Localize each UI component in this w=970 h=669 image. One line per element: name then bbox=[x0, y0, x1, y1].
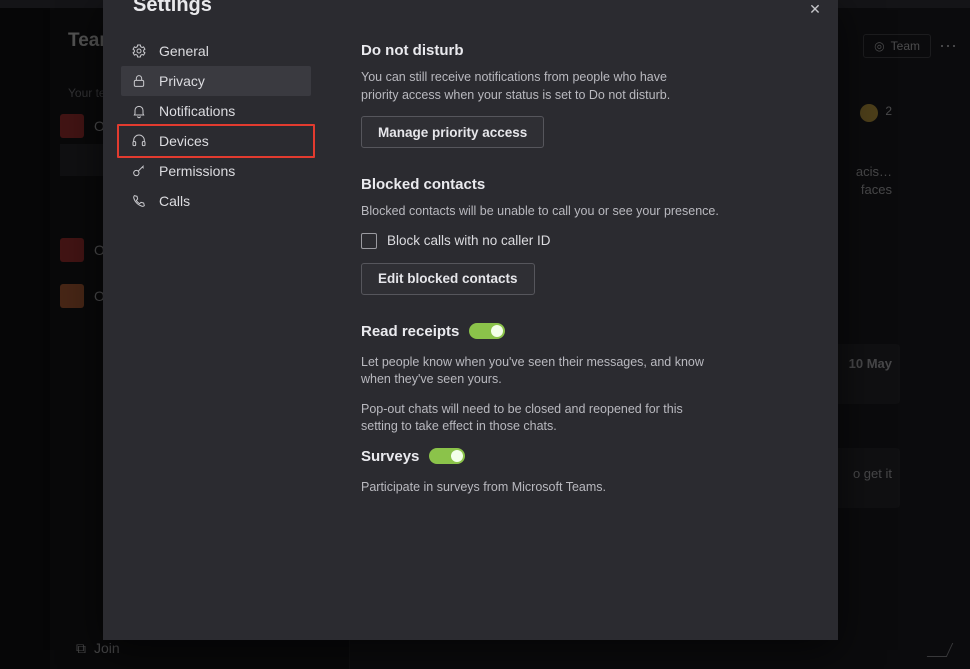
read-title: Read receipts bbox=[361, 323, 459, 340]
blocked-title: Blocked contacts bbox=[361, 176, 801, 193]
phone-icon bbox=[131, 193, 147, 209]
read-desc2: Pop-out chats will need to be closed and… bbox=[361, 401, 721, 436]
blocked-desc: Blocked contacts will be unable to call … bbox=[361, 203, 801, 221]
toggle-knob bbox=[451, 450, 463, 462]
toggle-knob bbox=[491, 325, 503, 337]
block-nocid-label: Block calls with no caller ID bbox=[387, 233, 551, 248]
checkbox[interactable] bbox=[361, 233, 377, 249]
manage-priority-button[interactable]: Manage priority access bbox=[361, 116, 544, 148]
nav-notifications[interactable]: Notifications bbox=[121, 96, 311, 126]
bell-icon bbox=[131, 103, 147, 119]
dnd-title: Do not disturb bbox=[361, 42, 801, 59]
dnd-desc: You can still receive notifications from… bbox=[361, 69, 706, 104]
modal-title: Settings bbox=[133, 0, 212, 17]
nav-general[interactable]: General bbox=[121, 36, 311, 66]
blocked-section: Blocked contacts Blocked contacts will b… bbox=[361, 176, 801, 315]
nav-label: Calls bbox=[159, 193, 190, 209]
nav-privacy[interactable]: Privacy bbox=[121, 66, 311, 96]
read-receipts-section: Read receipts Let people know when you'v… bbox=[361, 323, 801, 436]
nav-label: General bbox=[159, 43, 209, 59]
settings-nav: General Privacy Notifications Devices Pe… bbox=[121, 36, 311, 216]
surveys-toggle[interactable] bbox=[429, 448, 465, 464]
nav-label: Privacy bbox=[159, 73, 205, 89]
nav-label: Devices bbox=[159, 133, 209, 149]
gear-icon bbox=[131, 43, 147, 59]
edit-blocked-button[interactable]: Edit blocked contacts bbox=[361, 263, 535, 295]
read-receipts-toggle[interactable] bbox=[469, 323, 505, 339]
lock-icon bbox=[131, 73, 147, 89]
key-icon bbox=[131, 163, 147, 179]
nav-calls[interactable]: Calls bbox=[121, 186, 311, 216]
nav-permissions[interactable]: Permissions bbox=[121, 156, 311, 186]
surveys-desc: Participate in surveys from Microsoft Te… bbox=[361, 479, 801, 497]
surveys-title: Surveys bbox=[361, 448, 419, 465]
dnd-section: Do not disturb You can still receive not… bbox=[361, 42, 801, 168]
read-desc1: Let people know when you've seen their m… bbox=[361, 354, 731, 389]
close-icon[interactable]: ✕ bbox=[802, 0, 828, 22]
nav-label: Permissions bbox=[159, 163, 235, 179]
nav-devices[interactable]: Devices bbox=[121, 126, 311, 156]
nav-label: Notifications bbox=[159, 103, 235, 119]
settings-content: Do not disturb You can still receive not… bbox=[361, 42, 801, 508]
headset-icon bbox=[131, 133, 147, 149]
block-nocid-row[interactable]: Block calls with no caller ID bbox=[361, 233, 801, 249]
surveys-section: Surveys Participate in surveys from Micr… bbox=[361, 448, 801, 497]
settings-modal: Settings ✕ General Privacy Notifications… bbox=[103, 0, 838, 640]
